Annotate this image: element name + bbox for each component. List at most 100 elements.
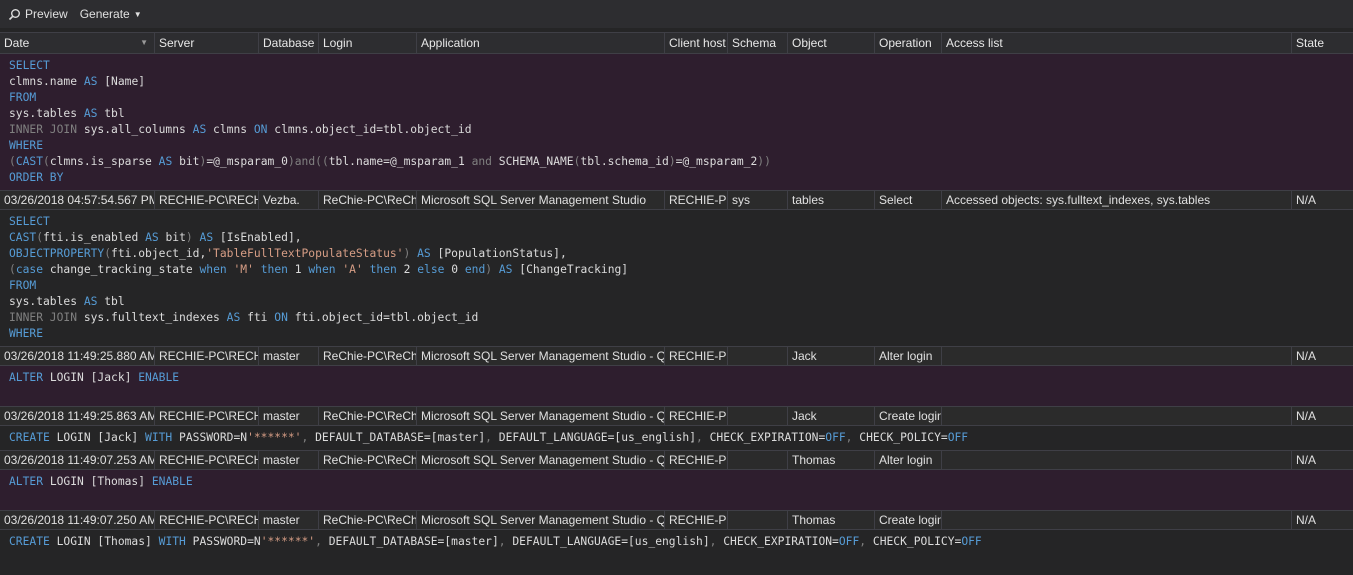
sql-token: sys.tables	[9, 295, 84, 308]
sql-token: AS	[199, 231, 214, 244]
sql-token: when	[199, 263, 227, 276]
column-header-state[interactable]: State	[1292, 33, 1353, 53]
cell-database: master	[259, 347, 319, 365]
cell-login: ReChie-PC\ReChie	[319, 451, 417, 469]
column-header-object[interactable]: Object	[788, 33, 875, 53]
cell-application: Microsoft SQL Server Management Studio -…	[417, 407, 665, 425]
sql-token: WITH	[158, 535, 186, 548]
sql-token: tbl	[97, 107, 125, 120]
sql-token: CREATE	[9, 535, 50, 548]
table-row[interactable]: 03/26/2018 04:57:54.567 PMRECHIE-PC\RECH…	[0, 190, 1353, 210]
column-header-schema[interactable]: Schema	[728, 33, 788, 53]
grid-header: Date ▼ Server Database Login Application …	[0, 32, 1353, 54]
sql-token: OFF	[825, 431, 846, 444]
column-header-date[interactable]: Date ▼	[0, 33, 155, 53]
sql-token: '******'	[260, 535, 316, 548]
cell-date: 03/26/2018 11:49:25.863 AM	[0, 407, 155, 425]
sql-token: DEFAULT_LANGUAGE=[us_english]	[505, 535, 710, 548]
sql-token: FROM	[9, 91, 37, 104]
column-header-client-host[interactable]: Client host	[665, 33, 728, 53]
sql-token: DEFAULT_DATABASE=[master]	[321, 535, 499, 548]
sql-token: bit	[158, 231, 186, 244]
column-header-login[interactable]: Login	[319, 33, 417, 53]
cell-object: Thomas	[788, 451, 875, 469]
sql-token: case	[15, 263, 44, 276]
column-header-access-list[interactable]: Access list	[942, 33, 1292, 53]
sql-token: WHERE	[9, 327, 44, 340]
sql-token: (	[43, 155, 50, 168]
sql-token: FROM	[9, 279, 37, 292]
column-header-server[interactable]: Server	[155, 33, 259, 53]
audit-grid: SELECT clmns.name AS [Name] FROM sys.tables…	[0, 54, 1353, 554]
sql-line: CREATE LOGIN [Jack] WITH PASSWORD=N'****…	[9, 430, 1344, 446]
sql-token: 1	[287, 263, 309, 276]
sql-token: CAST	[9, 231, 37, 244]
column-header-application[interactable]: Application	[417, 33, 665, 53]
column-header-label: Date	[4, 36, 30, 50]
cell-client-host: RECHIE-PC	[665, 511, 728, 529]
sql-line: WHERE	[9, 138, 1344, 154]
cell-access-list	[942, 407, 1292, 425]
sql-token: ,	[315, 535, 322, 548]
sql-token: ,	[498, 535, 506, 548]
sql-token: LOGIN [Thomas]	[43, 475, 152, 488]
cell-operation: Create login	[875, 511, 942, 529]
sql-text: ALTER LOGIN [Jack] ENABLE	[0, 366, 1353, 406]
sql-token: ON	[274, 311, 288, 324]
sql-line: WHERE	[9, 326, 1344, 342]
sql-token: AS	[158, 155, 173, 168]
sql-token: INNER JOIN	[9, 123, 78, 136]
sql-token: PASSWORD=N	[172, 431, 248, 444]
table-row[interactable]: 03/26/2018 11:49:07.250 AMRECHIE-PC\RECH…	[0, 510, 1353, 530]
column-header-operation[interactable]: Operation	[875, 33, 942, 53]
sql-token: INNER JOIN	[9, 311, 78, 324]
sql-token: clmns.is_sparse	[49, 155, 159, 168]
sql-token: 'M'	[233, 263, 254, 276]
cell-schema	[728, 451, 788, 469]
cell-object: Jack	[788, 347, 875, 365]
column-header-database[interactable]: Database	[259, 33, 319, 53]
sql-token: LOGIN [Thomas]	[49, 535, 159, 548]
column-header-label: State	[1296, 36, 1325, 50]
sql-token: clmns	[206, 123, 254, 136]
column-header-label: Login	[323, 36, 353, 50]
sql-line: CAST(fti.is_enabled AS bit) AS [IsEnable…	[9, 230, 1344, 246]
sql-token: CAST	[15, 155, 44, 168]
sql-token: 2	[396, 263, 418, 276]
sql-token: ORDER BY	[9, 171, 64, 184]
sql-token: ON	[253, 123, 268, 136]
sql-token: AS	[83, 75, 98, 88]
sql-text: ALTER LOGIN [Thomas] ENABLE	[0, 470, 1353, 510]
table-row[interactable]: 03/26/2018 11:49:25.880 AMRECHIE-PC\RECH…	[0, 346, 1353, 366]
table-row[interactable]: 03/26/2018 11:49:07.253 AMRECHIE-PC\RECH…	[0, 450, 1353, 470]
sort-down-icon: ▼	[140, 38, 148, 47]
sql-token: ALTER	[9, 371, 44, 384]
sql-token: [ChangeTracking]	[512, 263, 629, 276]
sql-line: SELECT	[9, 58, 1344, 74]
sql-token: DEFAULT_DATABASE=[master]	[308, 431, 486, 444]
preview-button[interactable]: Preview	[8, 7, 68, 21]
sql-token: [Name]	[97, 75, 146, 88]
sql-token: =@_msparam_0	[206, 155, 288, 168]
sql-token: DEFAULT_LANGUAGE=[us_english]	[491, 431, 697, 444]
cell-state: N/A	[1296, 349, 1317, 363]
sql-token: clmns.object_id=tbl.object_id	[267, 123, 472, 136]
sql-token: AS	[417, 247, 431, 260]
cell-server: RECHIE-PC\RECHIE	[155, 511, 259, 529]
generate-dropdown[interactable]: Generate ▼	[80, 7, 142, 21]
sql-line: (case change_tracking_state when 'M' the…	[9, 262, 1344, 278]
sql-line	[9, 490, 1344, 506]
sql-token: AS	[192, 123, 207, 136]
cell-application: Microsoft SQL Server Management Studio -…	[417, 347, 665, 365]
cell-operation: Select	[875, 191, 942, 209]
sql-token: 'A'	[342, 263, 363, 276]
sql-token: ENABLE	[138, 371, 180, 384]
cell-state: N/A	[1296, 409, 1317, 423]
table-row[interactable]: 03/26/2018 11:49:25.863 AMRECHIE-PC\RECH…	[0, 406, 1353, 426]
sql-token: AS	[83, 107, 98, 120]
cell-database: master	[259, 407, 319, 425]
